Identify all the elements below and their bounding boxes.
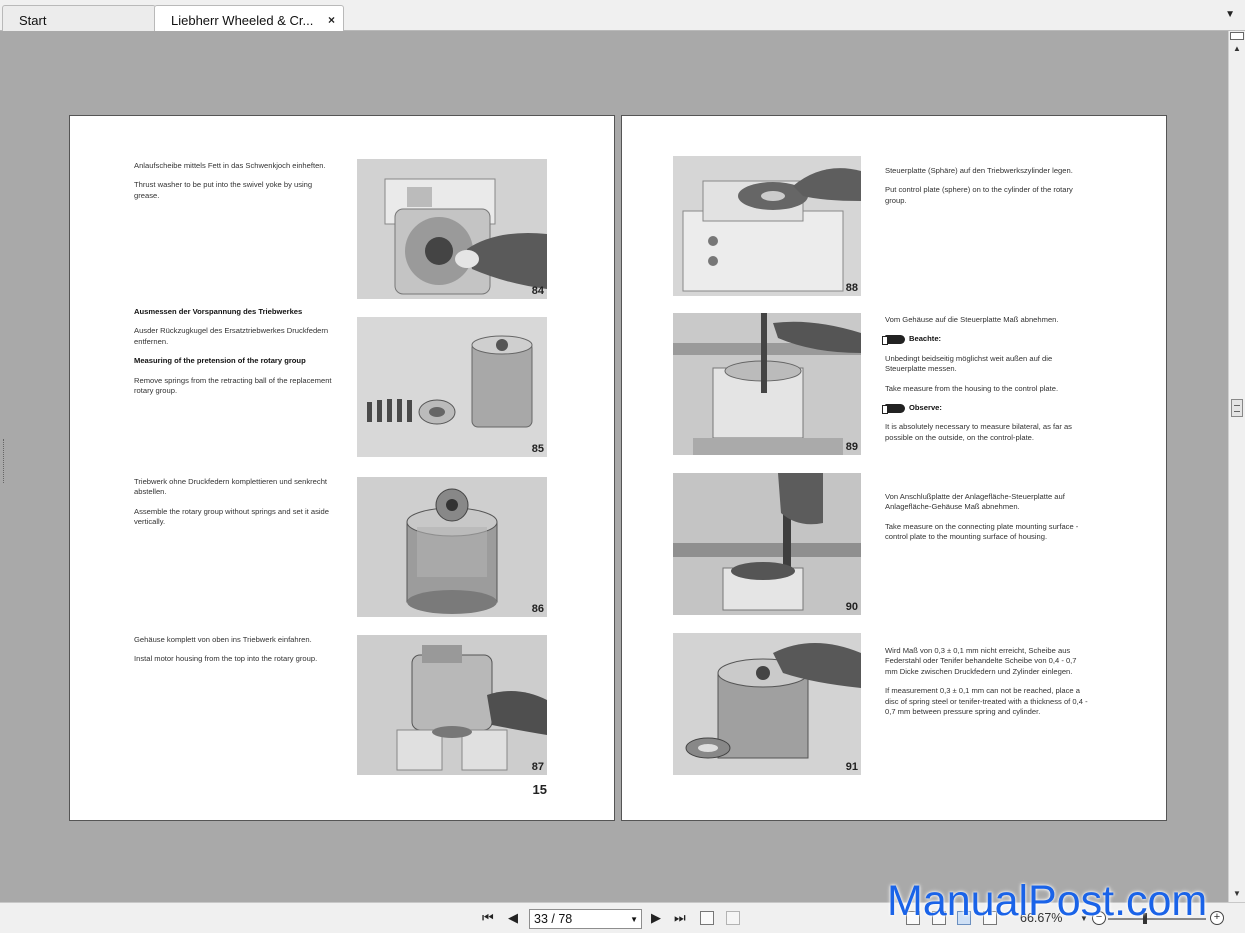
tab-start[interactable]: Start (2, 5, 156, 31)
go-forward-icon[interactable] (726, 911, 740, 925)
figure-number: 84 (531, 285, 544, 297)
text-block: Gehäuse komplett von oben ins Triebwerk … (134, 635, 336, 674)
figure-84-image (357, 159, 547, 299)
figure-number: 86 (531, 603, 544, 615)
page-number: 15 (532, 782, 547, 797)
figure-photo: 88 (673, 156, 861, 296)
figure-number: 91 (845, 761, 858, 773)
note-text: Observe: (909, 403, 942, 413)
paragraph: Vom Gehäuse auf die Steuerplatte Maß abn… (885, 315, 1059, 324)
page-number-input[interactable]: 33 / 78 ▼ (529, 909, 642, 929)
go-back-icon[interactable] (700, 911, 714, 925)
figure-photo: 84 (357, 159, 547, 299)
text-block: Ausmessen der Vorspannung des Triebwerke… (134, 307, 340, 405)
note-label: Beachte: (882, 334, 1089, 346)
figure-85-image (357, 317, 547, 457)
close-icon[interactable]: × (328, 13, 335, 27)
tab-bar: Start Liebherr Wheeled & Cr... × ▼ (0, 0, 1245, 32)
panel-resize-handle[interactable] (3, 439, 6, 483)
figure-number: 88 (845, 282, 858, 294)
paragraph: Wird Maß von 0,3 ± 0,1 mm nicht erreicht… (885, 646, 1077, 676)
paragraph: If measurement 0,3 ± 0,1 mm can not be r… (885, 686, 1088, 717)
pointing-hand-icon (882, 403, 905, 414)
last-page-icon[interactable]: ⏭ (674, 911, 686, 925)
scroll-thumb[interactable] (1231, 399, 1243, 417)
figure-photo: 89 (673, 313, 861, 455)
text-block: Von Anschlußplatte der Anlagefläche-Steu… (885, 492, 1089, 552)
figure-87-image (357, 635, 547, 775)
figure-number: 89 (845, 441, 858, 453)
note-text: Beachte: (909, 334, 942, 344)
text-block: Anlaufscheibe mittels Fett in das Schwen… (134, 161, 336, 210)
figure-number: 87 (531, 761, 544, 773)
paragraph: Gehäuse komplett von oben ins Triebwerk … (134, 635, 312, 644)
section-heading: Measuring of the pretension of the rotar… (134, 356, 306, 366)
paragraph: Remove springs from the retracting ball … (134, 375, 332, 396)
figure-91-image (673, 633, 861, 775)
paragraph: Thrust washer to be put into the swivel … (134, 180, 313, 200)
tab-start-label: Start (19, 13, 47, 28)
tab-document-label: Liebherr Wheeled & Cr... (171, 13, 314, 28)
paragraph: Unbedingt beidseitig möglichst weit auße… (885, 353, 1053, 374)
section-heading: Ausmessen der Vorspannung des Triebwerke… (134, 307, 303, 316)
figure-number: 90 (845, 601, 858, 613)
figure-photo: 90 (673, 473, 861, 615)
tab-list-dropdown-icon[interactable]: ▼ (1225, 9, 1235, 20)
figure-photo: 91 (673, 633, 861, 775)
tab-document[interactable]: Liebherr Wheeled & Cr... × (154, 5, 344, 32)
paragraph: Anlaufscheibe mittels Fett in das Schwen… (134, 161, 326, 170)
split-view-handle[interactable] (1230, 32, 1244, 40)
text-block: Steuerplatte (Sphäre) auf den Triebwerks… (885, 166, 1087, 215)
paragraph: Take measure on the connecting plate mou… (885, 521, 1079, 542)
figure-photo: 87 (357, 635, 547, 775)
paragraph: Assemble the rotary group without spring… (134, 506, 330, 527)
page-number-value: 33 / 78 (534, 912, 573, 926)
next-page-icon[interactable]: ▶ (651, 911, 661, 925)
first-page-icon[interactable]: ⏮ (482, 911, 494, 925)
figure-89-image (673, 313, 861, 455)
paragraph: Von Anschlußplatte der Anlagefläche-Steu… (885, 492, 1065, 512)
page-right: 88 Steuerplatte (Sphäre) auf den Triebwe… (621, 115, 1167, 821)
chevron-down-icon[interactable]: ▼ (630, 915, 638, 924)
previous-page-icon[interactable]: ◀ (508, 911, 518, 925)
paragraph: Ausder Rückzugkugel des Ersatztriebwerke… (134, 326, 329, 346)
text-block: Triebwerk ohne Druckfedern komplettieren… (134, 477, 336, 537)
paragraph: Take measure from the housing to the con… (885, 383, 1059, 393)
paragraph: Put control plate (sphere) on to the cyl… (885, 185, 1073, 205)
zoom-in-icon[interactable]: + (1210, 911, 1224, 925)
scroll-down-icon[interactable]: ▼ (1233, 889, 1241, 898)
figure-number: 85 (531, 443, 544, 455)
note-label: Observe: (882, 403, 1089, 414)
paragraph: It is absolutely necessary to measure bi… (885, 422, 1072, 442)
pointing-hand-icon (882, 335, 905, 346)
paragraph: Instal motor housing from the top into t… (134, 654, 318, 664)
paragraph: Triebwerk ohne Druckfedern komplettieren… (134, 477, 328, 497)
watermark-text: ManualPost.com (887, 877, 1208, 925)
scroll-up-icon[interactable]: ▲ (1233, 44, 1241, 53)
document-viewport[interactable]: Anlaufscheibe mittels Fett in das Schwen… (0, 31, 1228, 902)
paragraph: Steuerplatte (Sphäre) auf den Triebwerks… (885, 166, 1073, 175)
figure-86-image (357, 477, 547, 617)
figure-90-image (673, 473, 861, 615)
text-block: Vom Gehäuse auf die Steuerplatte Maß abn… (882, 315, 1089, 452)
page-left: Anlaufscheibe mittels Fett in das Schwen… (69, 115, 615, 821)
figure-88-image (673, 156, 861, 296)
text-block: Wird Maß von 0,3 ± 0,1 mm nicht erreicht… (885, 646, 1089, 726)
vertical-scrollbar[interactable]: ▲ ▼ (1228, 31, 1245, 902)
figure-photo: 85 (357, 317, 547, 457)
figure-photo: 86 (357, 477, 547, 617)
